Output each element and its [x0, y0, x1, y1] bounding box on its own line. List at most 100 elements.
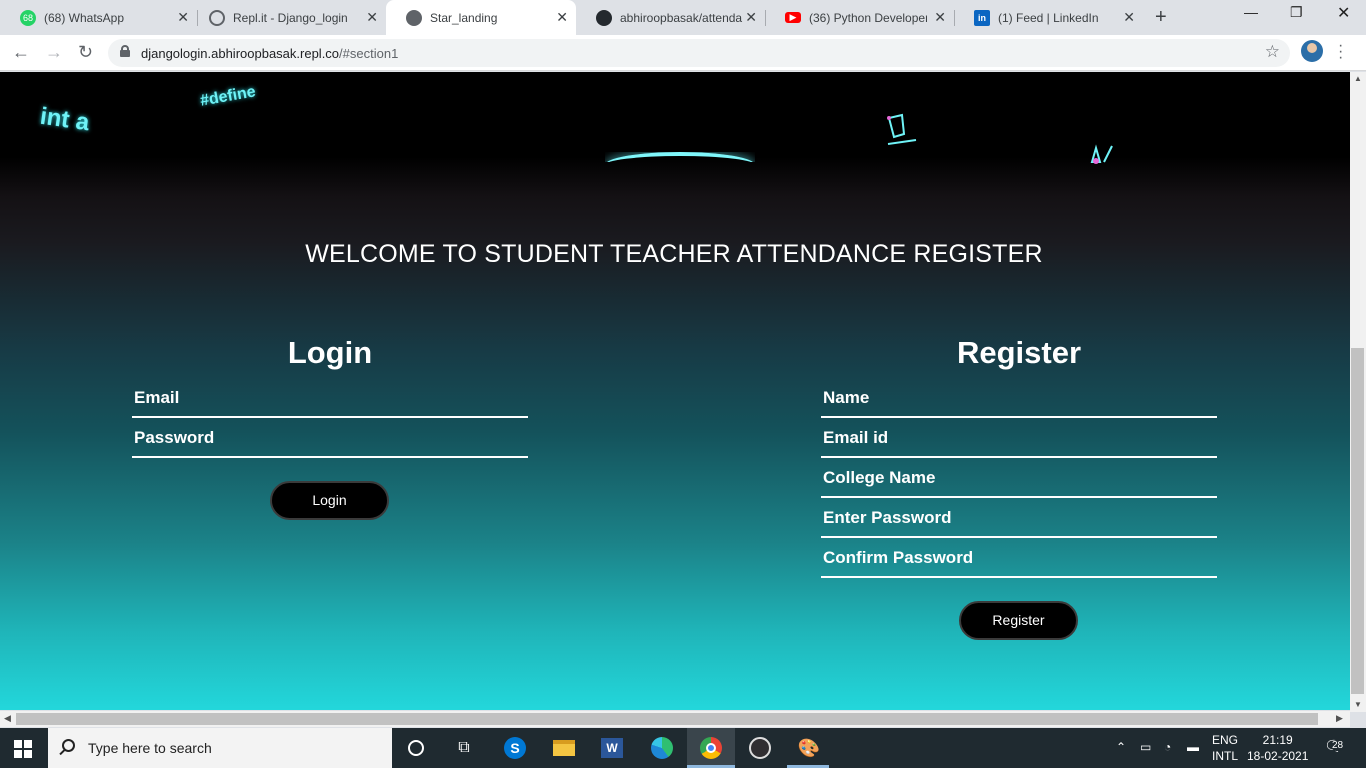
register-email-field[interactable] — [821, 420, 1217, 458]
close-tab-icon[interactable]: ✕ — [934, 9, 946, 26]
language-code: ENG — [1212, 733, 1239, 747]
url-host: djangologin.abhiroopbasak.repl.co — [141, 46, 340, 61]
bookmark-star-icon[interactable]: ☆ — [1265, 42, 1280, 62]
task-view-icon[interactable]: ⧉ — [452, 736, 476, 760]
clock-date: 18-02-2021 — [1247, 749, 1309, 763]
horizontal-scrollbar[interactable]: ◀ ▶ — [0, 711, 1350, 727]
tab-title: (1) Feed | LinkedIn — [998, 10, 1099, 25]
keyboard-layout: INTL — [1212, 749, 1239, 763]
battery-icon[interactable]: ▬ — [1187, 740, 1199, 754]
login-email-field[interactable] — [132, 380, 528, 418]
tab-title: (68) WhatsApp — [44, 10, 125, 25]
new-tab-button[interactable]: + — [1155, 6, 1167, 29]
chrome-icon[interactable] — [699, 736, 723, 760]
page-viewport: int a #define WELCOME TO STUDENT TEACHER… — [0, 72, 1350, 710]
clock-time: 21:19 — [1262, 733, 1293, 747]
register-email-input[interactable] — [821, 420, 1217, 456]
scroll-right-arrow-icon[interactable]: ▶ — [1336, 713, 1343, 724]
tab-github[interactable]: abhiroopbasak/attenda ✕ — [576, 0, 765, 35]
close-window-icon[interactable]: ✕ — [1337, 3, 1350, 23]
skype-icon[interactable]: S — [503, 736, 527, 760]
close-tab-icon[interactable]: ✕ — [745, 9, 757, 26]
url-text[interactable]: djangologin.abhiroopbasak.repl.co/#secti… — [141, 46, 398, 61]
kebab-menu-icon[interactable]: · · · — [1338, 38, 1343, 66]
tab-strip: 68 (68) WhatsApp ✕ Repl.it - Django_logi… — [0, 0, 1366, 35]
register-title: Register — [956, 335, 1082, 370]
close-tab-icon[interactable]: ✕ — [556, 9, 568, 26]
register-name-input[interactable] — [821, 380, 1217, 416]
url-path: /#section1 — [339, 46, 399, 61]
login-password-field[interactable] — [132, 420, 528, 458]
login-button[interactable]: Login — [270, 481, 389, 520]
register-password-input[interactable] — [821, 500, 1217, 536]
reload-icon[interactable]: ↻ — [78, 42, 93, 63]
language-indicator[interactable]: ENG INTL — [1212, 732, 1238, 764]
obs-icon[interactable] — [748, 736, 772, 760]
globe-icon — [406, 9, 422, 26]
minimize-icon[interactable]: — — [1244, 4, 1258, 20]
register-confirm-password-input[interactable] — [821, 540, 1217, 576]
close-tab-icon[interactable]: ✕ — [366, 9, 378, 26]
scroll-up-arrow-icon[interactable]: ▲ — [1354, 74, 1362, 83]
linkedin-icon: in — [974, 9, 990, 26]
tab-linkedin[interactable]: in (1) Feed | LinkedIn ✕ — [954, 0, 1143, 35]
word-icon[interactable]: W — [600, 736, 624, 760]
lock-icon[interactable] — [120, 45, 130, 57]
tab-star-landing[interactable]: Star_landing ✕ — [386, 0, 576, 35]
tab-title: abhiroopbasak/attenda — [620, 10, 743, 25]
forward-arrow-icon[interactable]: → — [45, 42, 63, 63]
register-confirm-password-field[interactable] — [821, 540, 1217, 578]
cortana-icon[interactable] — [404, 736, 428, 760]
register-button[interactable]: Register — [959, 601, 1078, 640]
close-tab-icon[interactable]: ✕ — [1123, 9, 1135, 26]
scroll-left-arrow-icon[interactable]: ◀ — [4, 713, 11, 724]
meet-now-icon[interactable]: ▭ — [1140, 740, 1151, 754]
restore-icon[interactable]: ❐ — [1290, 4, 1303, 21]
address-bar[interactable]: djangologin.abhiroopbasak.repl.co/#secti… — [108, 39, 1290, 67]
file-explorer-icon[interactable] — [552, 736, 576, 760]
whatsapp-icon: 68 — [20, 9, 36, 26]
scroll-down-arrow-icon[interactable]: ▼ — [1354, 700, 1362, 709]
doodle-define: #define — [198, 83, 257, 110]
tab-whatsapp[interactable]: 68 (68) WhatsApp ✕ — [0, 0, 197, 35]
notification-center-icon[interactable]: 🗨28 — [1324, 737, 1345, 755]
register-college-input[interactable] — [821, 460, 1217, 496]
test-tube-doodle-icon — [1090, 144, 1113, 164]
tab-replit[interactable]: Repl.it - Django_login ✕ — [189, 0, 386, 35]
windows-start-icon[interactable] — [14, 740, 32, 758]
youtube-icon: ▶ — [785, 12, 801, 23]
edge-icon[interactable] — [650, 736, 674, 760]
tab-title: (36) Python Developer — [809, 10, 927, 25]
vertical-scroll-thumb[interactable] — [1351, 348, 1364, 694]
notification-count: 28 — [1331, 740, 1345, 751]
login-email-input[interactable] — [132, 380, 528, 416]
replit-icon — [209, 9, 225, 26]
vertical-scrollbar[interactable]: ▲ ▼ — [1350, 72, 1366, 712]
paint-icon[interactable]: 🎨 — [797, 736, 821, 760]
system-clock[interactable]: 21:19 18-02-2021 — [1247, 732, 1308, 764]
wifi-icon[interactable]: ◔ — [1164, 740, 1171, 754]
tab-title: Star_landing — [430, 10, 498, 25]
login-password-input[interactable] — [132, 420, 528, 456]
search-icon — [62, 739, 75, 752]
taskbar-search-placeholder: Type here to search — [88, 740, 212, 756]
tray-chevron-icon[interactable]: ⌃ — [1116, 740, 1126, 754]
tab-youtube[interactable]: ▶ (36) Python Developer ✕ — [765, 0, 954, 35]
tab-title: Repl.it - Django_login — [233, 10, 348, 25]
github-icon — [596, 9, 612, 26]
flask-doodle-icon — [887, 113, 917, 145]
taskbar: Type here to search ⧉ S W 🎨 ⌃ ▭ ◔ ▬ ENG … — [0, 728, 1366, 768]
glow-arc — [605, 152, 755, 162]
taskbar-search-box[interactable]: Type here to search — [48, 728, 392, 768]
welcome-heading: WELCOME TO STUDENT TEACHER ATTENDANCE RE… — [305, 240, 1043, 268]
profile-avatar[interactable] — [1301, 40, 1323, 62]
back-arrow-icon[interactable]: ← — [12, 42, 30, 63]
doodle-int-a: int a — [38, 102, 92, 137]
close-tab-icon[interactable]: ✕ — [177, 9, 189, 26]
login-title: Login — [287, 335, 373, 370]
browser-toolbar: ← → ↻ djangologin.abhiroopbasak.repl.co/… — [0, 35, 1366, 71]
register-college-field[interactable] — [821, 460, 1217, 498]
horizontal-scroll-thumb[interactable] — [16, 713, 1318, 725]
register-name-field[interactable] — [821, 380, 1217, 418]
register-password-field[interactable] — [821, 500, 1217, 538]
